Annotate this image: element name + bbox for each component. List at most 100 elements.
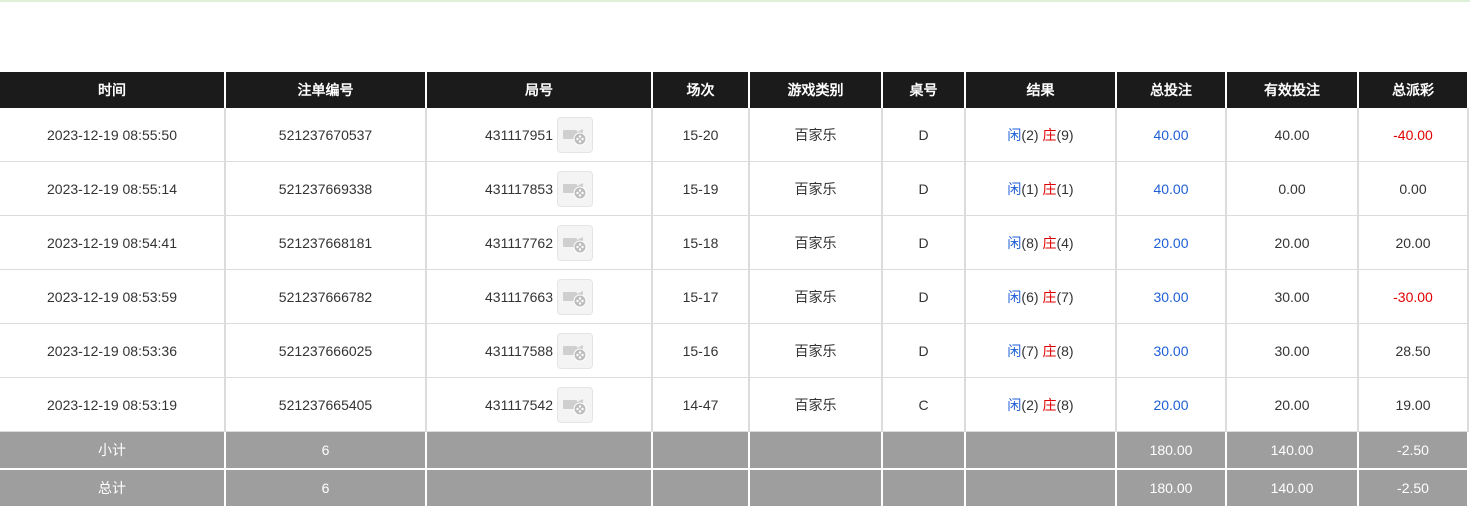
result-player-label: 闲 [1007,288,1022,305]
result-player-label: 闲 [1007,180,1022,197]
table-header-row: 时间 注单编号 局号 场次 游戏类别 桌号 结果 总投注 有效投注 总派彩 [0,72,1469,108]
subtotal-row: 小计 6 180.00 140.00 -2.50 [0,431,1469,470]
column-header-time: 时间 [0,72,226,108]
cell-result: 闲(2) 庄(8) [964,377,1117,432]
cell-time: 2023-12-19 08:53:59 [0,269,226,324]
cell-game-type: 百家乐 [748,215,883,270]
cell-game-type: 百家乐 [748,107,883,162]
cell-order-id: 521237665405 [224,377,427,432]
cell-time: 2023-12-19 08:55:50 [0,107,226,162]
total-row: 总计 6 180.00 140.00 -2.50 [0,468,1469,508]
cell-session: 15-18 [651,215,750,270]
cell-result: 闲(8) 庄(4) [964,215,1117,270]
video-replay-icon[interactable] [557,224,593,261]
table-row: 2023-12-19 08:53:19 521237665405 4311175… [0,377,1469,432]
result-player-value: (1) [1021,180,1039,197]
result-banker-label: 庄 [1042,180,1057,197]
table-row: 2023-12-19 08:55:50 521237670537 4311179… [0,107,1469,162]
cell-session: 15-19 [651,161,750,216]
cell-payout: -30.00 [1357,269,1469,324]
column-header-game-type: 游戏类别 [748,72,883,108]
round-number: 431117542 [485,396,553,413]
cell-total-bet: 20.00 [1115,215,1227,270]
bet-records-table: 时间 注单编号 局号 场次 游戏类别 桌号 结果 总投注 有效投注 总派彩 20… [0,72,1469,508]
cell-result: 闲(7) 庄(8) [964,323,1117,378]
cell-session: 15-20 [651,107,750,162]
cell-total-bet: 40.00 [1115,107,1227,162]
column-header-round: 局号 [425,72,653,108]
cell-session: 14-47 [651,377,750,432]
total-empty-cell [748,468,883,508]
result-banker-value: (1) [1056,180,1074,197]
result-banker-label: 庄 [1042,342,1057,359]
cell-result: 闲(2) 庄(9) [964,107,1117,162]
cell-order-id: 521237670537 [224,107,427,162]
subtotal-valid-bet: 140.00 [1225,431,1359,470]
cell-table-no: D [881,161,966,216]
cell-game-type: 百家乐 [748,323,883,378]
total-count: 6 [224,468,427,508]
result-player-value: (6) [1021,288,1039,305]
round-number: 431117588 [485,342,553,359]
cell-round: 431117762 [425,215,653,270]
result-player-label: 闲 [1007,342,1022,359]
subtotal-empty-cell [748,431,883,470]
cell-time: 2023-12-19 08:54:41 [0,215,226,270]
cell-valid-bet: 40.00 [1225,107,1359,162]
cell-payout: 0.00 [1357,161,1469,216]
video-replay-icon[interactable] [557,278,593,315]
cell-total-bet: 30.00 [1115,323,1227,378]
cell-game-type: 百家乐 [748,161,883,216]
cell-payout: 28.50 [1357,323,1469,378]
subtotal-empty-cell [881,431,966,470]
cell-round: 431117951 [425,107,653,162]
result-player-value: (2) [1021,396,1039,413]
result-player-value: (7) [1021,342,1039,359]
subtotal-label: 小计 [0,431,226,470]
cell-game-type: 百家乐 [748,269,883,324]
total-empty-cell [881,468,966,508]
table-row: 2023-12-19 08:54:41 521237668181 4311177… [0,215,1469,270]
table-row: 2023-12-19 08:55:14 521237669338 4311178… [0,161,1469,216]
cell-payout: 19.00 [1357,377,1469,432]
subtotal-total-bet: 180.00 [1115,431,1227,470]
bet-records-table-container: 时间 注单编号 局号 场次 游戏类别 桌号 结果 总投注 有效投注 总派彩 20… [0,72,1470,514]
cell-valid-bet: 30.00 [1225,269,1359,324]
result-banker-value: (8) [1056,396,1074,413]
cell-session: 15-16 [651,323,750,378]
round-number: 431117663 [485,288,553,305]
column-header-session: 场次 [651,72,750,108]
round-number: 431117762 [485,234,553,251]
cell-session: 15-17 [651,269,750,324]
subtotal-count: 6 [224,431,427,470]
cell-payout: -40.00 [1357,107,1469,162]
cell-order-id: 521237668181 [224,215,427,270]
total-payout: -2.50 [1357,468,1469,508]
cell-table-no: D [881,107,966,162]
cell-valid-bet: 30.00 [1225,323,1359,378]
video-replay-icon[interactable] [557,386,593,423]
result-banker-value: (4) [1056,234,1074,251]
video-replay-icon[interactable] [557,332,593,369]
video-replay-icon[interactable] [557,170,593,207]
cell-game-type: 百家乐 [748,377,883,432]
total-empty-cell [651,468,750,508]
cell-valid-bet: 20.00 [1225,377,1359,432]
result-player-value: (2) [1021,126,1039,143]
result-banker-label: 庄 [1042,126,1057,143]
cell-order-id: 521237669338 [224,161,427,216]
video-replay-icon[interactable] [557,116,593,153]
result-banker-value: (8) [1056,342,1074,359]
table-row: 2023-12-19 08:53:59 521237666782 4311176… [0,269,1469,324]
result-player-label: 闲 [1007,396,1022,413]
column-header-total-payout: 总派彩 [1357,72,1469,108]
column-header-table-no: 桌号 [881,72,966,108]
cell-total-bet: 30.00 [1115,269,1227,324]
cell-round: 431117588 [425,323,653,378]
round-number: 431117951 [485,126,553,143]
cell-time: 2023-12-19 08:53:36 [0,323,226,378]
result-player-label: 闲 [1007,234,1022,251]
cell-total-bet: 20.00 [1115,377,1227,432]
result-banker-value: (9) [1056,126,1074,143]
cell-order-id: 521237666025 [224,323,427,378]
